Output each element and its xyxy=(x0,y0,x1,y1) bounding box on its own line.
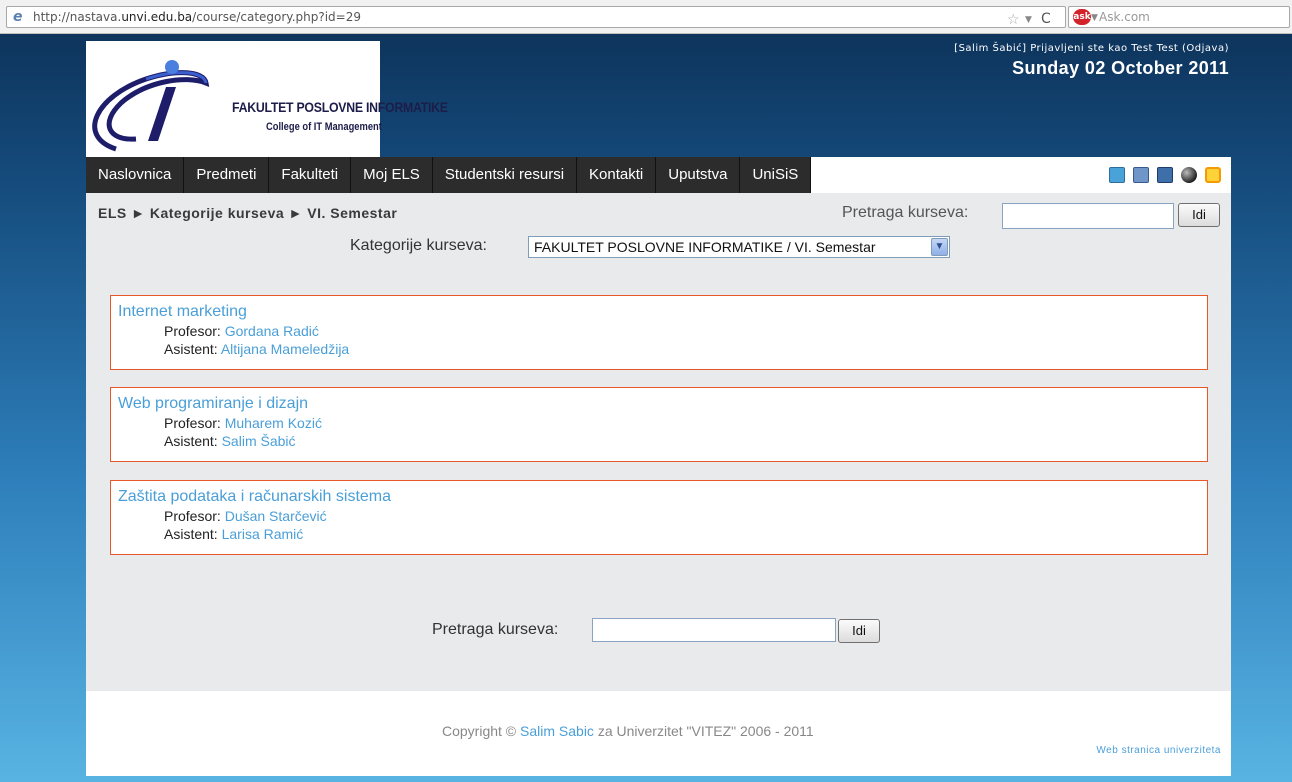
video-icon[interactable] xyxy=(1157,167,1173,183)
page-footer: Copyright © Salim Sabic za Univerzitet "… xyxy=(86,691,1231,776)
bottom-search-button[interactable]: Idi xyxy=(838,619,880,643)
nav-icon-bar xyxy=(811,157,1231,193)
assistant-line: Asistent: Altijana Mameledžija xyxy=(118,340,1200,358)
page-icon: e xyxy=(13,9,23,25)
login-info[interactable]: [Salim Šabić] Prijavljeni ste kao Test T… xyxy=(954,43,1229,54)
copyright-suffix: za Univerzitet "VITEZ" 2006 - 2011 xyxy=(593,723,814,739)
professor-label: Profesor: xyxy=(164,508,221,524)
ask-logo-icon[interactable]: ask xyxy=(1073,9,1091,25)
nav-item-kontakti[interactable]: Kontakti xyxy=(577,157,657,193)
windows-icon[interactable] xyxy=(1133,167,1149,183)
search-engine-name: Ask.com xyxy=(1099,10,1150,24)
assistant-label: Asistent: xyxy=(164,341,218,357)
professor-label: Profesor: xyxy=(164,415,221,431)
nav-item-fakulteti[interactable]: Fakulteti xyxy=(269,157,352,193)
url-suffix: /course/category.php?id=29 xyxy=(192,10,361,24)
course-name-link[interactable]: Web programiranje i dizajn xyxy=(118,394,1200,414)
url-host: unvi.edu.ba xyxy=(121,10,193,24)
nav-item-studentski-resursi[interactable]: Studentski resursi xyxy=(432,157,578,193)
assistant-link[interactable]: Salim Šabić xyxy=(222,433,296,449)
top-search-input[interactable] xyxy=(1002,203,1174,229)
header-date: Sunday 02 October 2011 xyxy=(1012,58,1229,78)
course-card: Web programiranje i dizajn Profesor: Muh… xyxy=(110,387,1208,462)
professor-link[interactable]: Dušan Starčević xyxy=(225,508,327,524)
browser-search-field[interactable]: ask ▼ Ask.com xyxy=(1068,6,1290,28)
nav-item-moj-els[interactable]: Moj ELS xyxy=(351,157,433,193)
course-card: Internet marketing Profesor: Gordana Rad… xyxy=(110,295,1208,370)
assistant-label: Asistent: xyxy=(164,433,218,449)
category-selected-value: FAKULTET POSLOVNE INFORMATIKE / VI. Seme… xyxy=(534,239,876,255)
assistant-line: Asistent: Salim Šabić xyxy=(118,432,1200,450)
nav-item-naslovnica[interactable]: Naslovnica xyxy=(86,157,185,193)
assistant-line: Asistent: Larisa Ramić xyxy=(118,525,1200,543)
copyright-prefix: Copyright © xyxy=(442,723,521,739)
top-search-button[interactable]: Idi xyxy=(1178,203,1220,227)
assistant-link[interactable]: Altijana Mameledžija xyxy=(221,341,349,357)
bottom-search-label: Pretraga kurseva: xyxy=(432,621,559,638)
assistant-link[interactable]: Larisa Ramić xyxy=(222,526,304,542)
logo-title: FAKULTET POSLOVNE INFORMATIKE xyxy=(232,99,448,115)
nav-item-unisis[interactable]: UniSiS xyxy=(740,157,812,193)
top-search-label: Pretraga kurseva: xyxy=(842,204,969,221)
category-select[interactable]: FAKULTET POSLOVNE INFORMATIKE / VI. Seme… xyxy=(528,236,950,258)
course-card: Zaštita podataka i računarskih sistema P… xyxy=(110,480,1208,555)
copyright-author-link[interactable]: Salim Sabic xyxy=(520,723,594,739)
chevron-down-icon[interactable]: ▼ xyxy=(931,238,948,256)
course-name-link[interactable]: Internet marketing xyxy=(118,302,1200,322)
chat-icon[interactable] xyxy=(1109,167,1125,183)
history-dropdown-icon[interactable]: ▼ xyxy=(1025,10,1032,30)
bookmark-star-icon[interactable]: ☆ xyxy=(1007,10,1020,30)
search-engine-dropdown-icon[interactable]: ▼ xyxy=(1091,8,1098,28)
ball-icon[interactable] xyxy=(1181,167,1197,183)
copyright-text: Copyright © Salim Sabic za Univerzitet "… xyxy=(442,723,814,739)
clock-icon[interactable] xyxy=(1205,167,1221,183)
professor-link[interactable]: Gordana Radić xyxy=(225,323,319,339)
professor-label: Profesor: xyxy=(164,323,221,339)
reload-icon[interactable]: C xyxy=(1041,9,1051,29)
professor-line: Profesor: Dušan Starčević xyxy=(118,507,1200,525)
professor-link[interactable]: Muharem Kozić xyxy=(225,415,322,431)
site-logo[interactable]: FAKULTET POSLOVNE INFORMATIKE College of… xyxy=(86,41,448,157)
category-label: Kategorije kurseva: xyxy=(350,237,487,254)
professor-line: Profesor: Muharem Kozić xyxy=(118,414,1200,432)
browser-toolbar: e http://nastava.unvi.edu.ba/course/cate… xyxy=(0,0,1292,34)
professor-line: Profesor: Gordana Radić xyxy=(118,322,1200,340)
assistant-label: Asistent: xyxy=(164,526,218,542)
nav-item-predmeti[interactable]: Predmeti xyxy=(184,157,270,193)
address-bar[interactable]: e http://nastava.unvi.edu.ba/course/cate… xyxy=(6,6,1066,28)
nav-item-uputstva[interactable]: Uputstva xyxy=(656,157,741,193)
course-name-link[interactable]: Zaštita podataka i računarskih sistema xyxy=(118,487,1200,507)
url-prefix: http://nastava. xyxy=(33,10,122,24)
bottom-search-input[interactable] xyxy=(592,618,836,642)
logo-subtitle: College of IT Management xyxy=(266,121,382,133)
university-website-link[interactable]: Web stranica univerziteta xyxy=(1096,745,1221,756)
main-content: ELS ► Kategorije kurseva ► VI. Semestar … xyxy=(86,193,1231,691)
main-navigation: Naslovnica Predmeti Fakulteti Moj ELS St… xyxy=(86,157,1231,193)
breadcrumb[interactable]: ELS ► Kategorije kurseva ► VI. Semestar xyxy=(98,205,397,221)
